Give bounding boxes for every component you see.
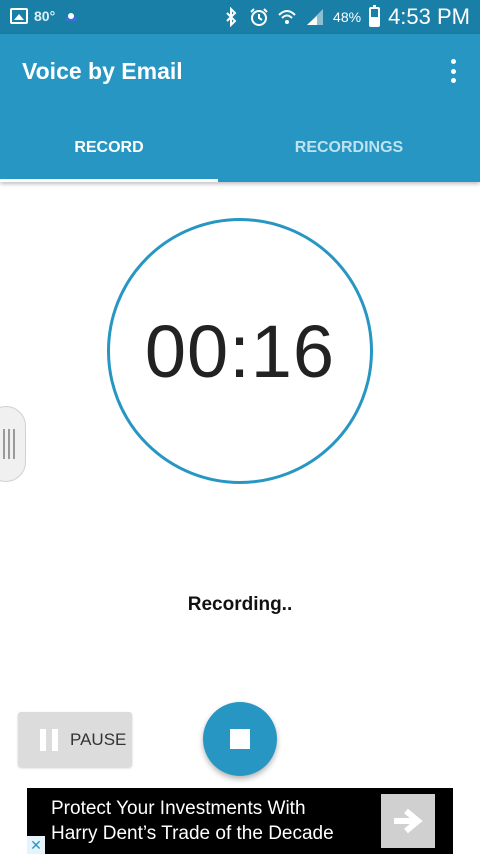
gallery-icon <box>10 8 28 24</box>
battery-icon <box>369 5 381 27</box>
ad-headline-2: Harry Dent’s Trade of the Decade <box>51 823 334 844</box>
signal-icon <box>307 9 324 25</box>
pause-label: PAUSE <box>70 729 127 749</box>
app-title: Voice by Email <box>22 58 183 84</box>
ad-headline-1: Protect Your Investments With <box>51 798 306 819</box>
alarm-icon <box>250 8 268 26</box>
bluetooth-icon <box>226 7 237 27</box>
arrow-right-icon[interactable] <box>381 794 435 848</box>
ad-banner[interactable]: Protect Your Investments With Harry Dent… <box>27 788 453 854</box>
side-drawer-handle[interactable] <box>0 406 26 482</box>
timer-display: 00:16 <box>144 309 336 393</box>
timer-circle: 00:16 <box>107 218 373 484</box>
tab-indicator <box>0 179 218 182</box>
clock: 4:53 PM <box>388 4 470 29</box>
tab-record[interactable]: RECORD <box>0 114 218 182</box>
ad-area: Protect Your Investments With Harry Dent… <box>0 786 480 854</box>
ad-choices-icon[interactable]: ✕ <box>27 836 45 854</box>
stop-button[interactable] <box>203 702 277 776</box>
wifi-icon <box>278 10 296 24</box>
overflow-menu-icon[interactable] <box>446 56 460 86</box>
weather-icon <box>65 13 78 21</box>
pause-button[interactable]: PAUSE <box>18 712 132 767</box>
tab-recordings[interactable]: RECORDINGS <box>240 114 458 182</box>
tab-record-label: RECORD <box>74 139 144 156</box>
battery-level <box>371 17 379 25</box>
app-bar: Voice by Email RECORD RECORDINGS <box>0 34 480 182</box>
battery-percent: 48% <box>333 9 362 25</box>
tab-recordings-label: RECORDINGS <box>294 139 404 156</box>
pause-icon <box>40 728 58 751</box>
stop-icon <box>230 729 250 749</box>
status-bar: 80° 48% 4:53 PM <box>0 0 480 34</box>
recording-status: Recording.. <box>187 594 293 615</box>
temperature: 80° <box>34 8 56 24</box>
